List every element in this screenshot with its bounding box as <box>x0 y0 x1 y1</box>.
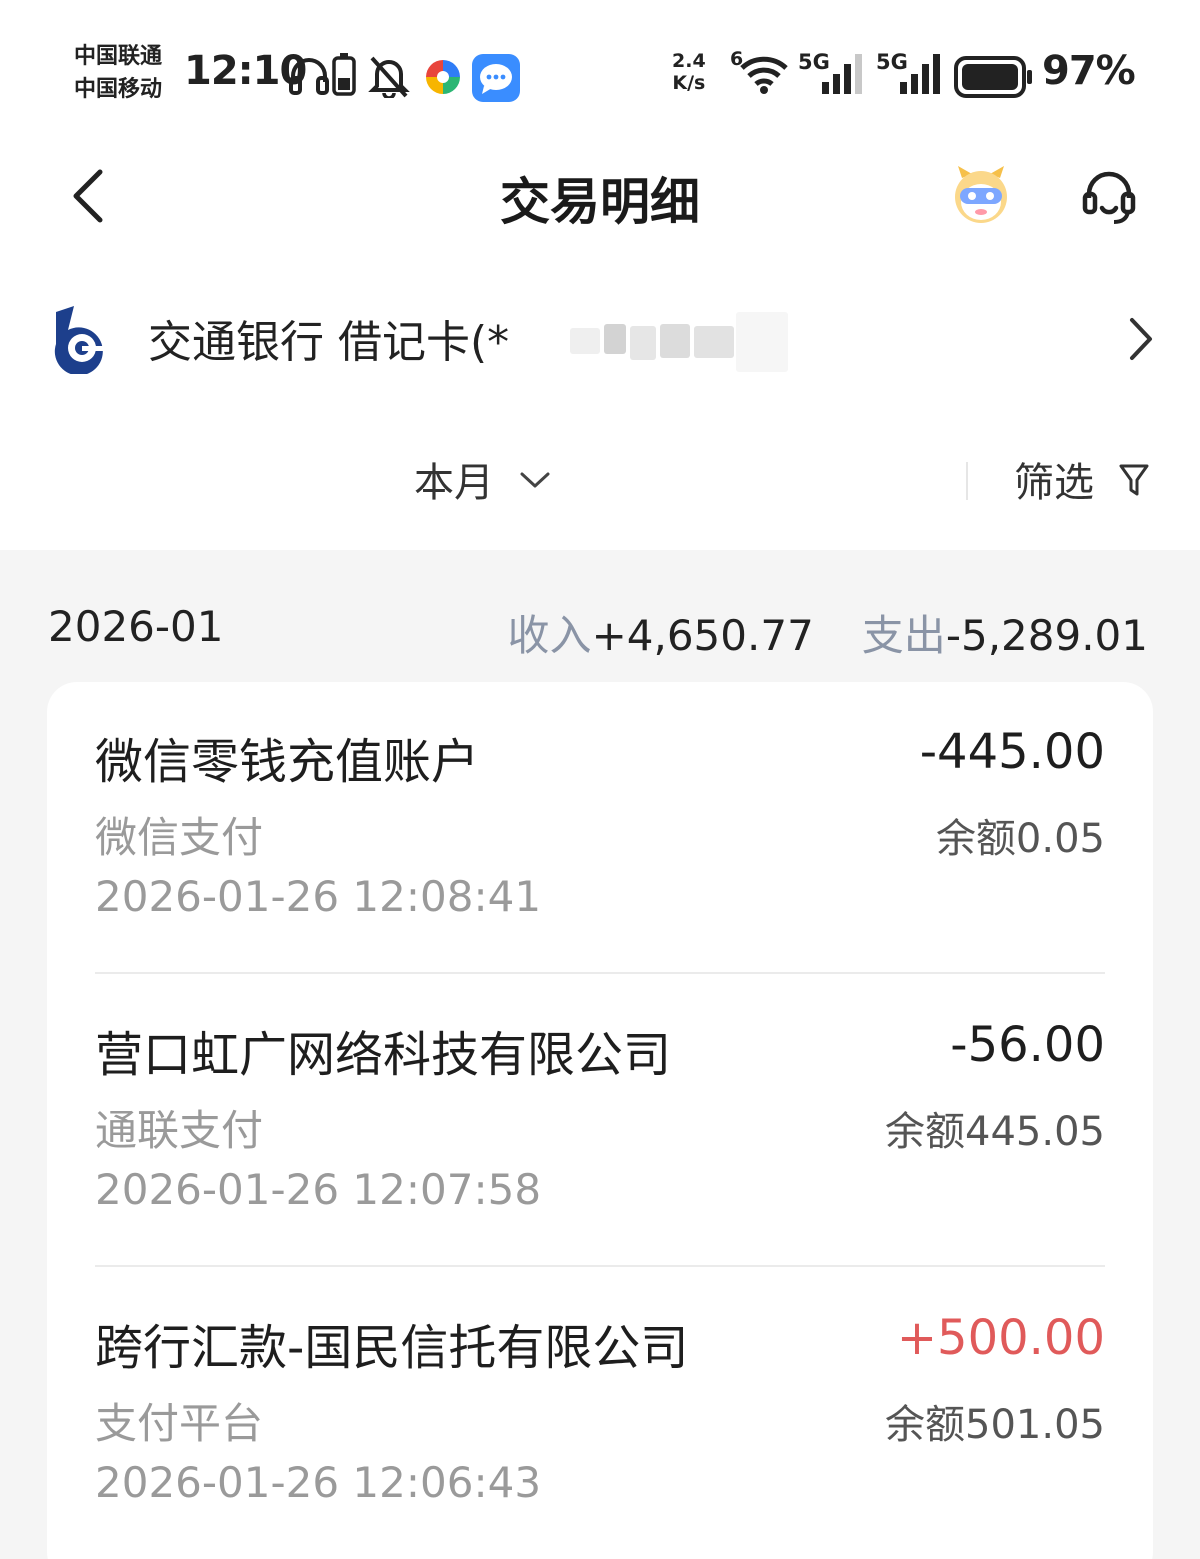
battery-small-icon <box>332 53 356 96</box>
carrier-names: 中国联通 中国移动 <box>74 40 162 106</box>
transaction-balance: 余额501.05 <box>885 1402 1105 1448</box>
transaction-balance: 余额445.05 <box>885 1109 1105 1155</box>
net-speed: 2.4 K/s <box>672 50 706 94</box>
headset-icon[interactable] <box>1080 168 1138 226</box>
wifi-icon <box>740 56 788 94</box>
row-divider <box>95 1265 1105 1267</box>
bocom-logo-icon <box>54 306 106 374</box>
transaction-time: 2026-01-26 12:06:43 <box>95 1458 542 1507</box>
income-value: +4,650.77 <box>591 611 814 660</box>
transaction-amount: +500.00 <box>896 1310 1105 1366</box>
signal-icon <box>822 54 862 94</box>
battery-percent: 97% <box>1042 48 1136 94</box>
expense-label: 支出 <box>861 611 946 660</box>
net-speed-unit: K/s <box>672 72 706 94</box>
period-selector[interactable]: 本月 <box>414 450 494 508</box>
transaction-time: 2026-01-26 12:08:41 <box>95 872 542 921</box>
battery-icon <box>954 56 1032 98</box>
account-selector[interactable]: 交通银行 借记卡(* <box>0 290 1200 390</box>
transaction-time: 2026-01-26 12:07:58 <box>95 1165 542 1214</box>
filter-button[interactable]: 筛选 <box>1014 450 1094 508</box>
page-title: 交易明细 <box>500 173 700 231</box>
chevron-down-icon[interactable] <box>518 468 552 492</box>
filter-divider <box>966 462 968 500</box>
signal-icon <box>900 54 940 94</box>
masked-card-number <box>560 298 800 388</box>
row-divider <box>95 972 1105 974</box>
transaction-channel: 通联支付 <box>95 1106 264 1155</box>
carrier-1: 中国联通 <box>74 44 163 69</box>
net-speed-value: 2.4 <box>672 50 706 72</box>
chevron-right-icon <box>1130 318 1152 360</box>
app-pinwheel-icon <box>426 60 460 94</box>
filter-bar: 本月 筛选 <box>0 440 1200 520</box>
app-header: 交易明细 <box>0 140 1200 250</box>
headphones-icon <box>289 58 329 95</box>
mascot-avatar-icon[interactable] <box>950 164 1012 226</box>
status-bar: 中国联通 中国移动 12:10 2.4 K/s 6 5G 5G 97% <box>0 30 1200 120</box>
transaction-list: 微信零钱充值账户 微信支付 2026-01-26 12:08:41 -445.0… <box>47 682 1153 1559</box>
transaction-row[interactable]: 营口虹广网络科技有限公司 通联支付 2026-01-26 12:07:58 -5… <box>95 975 1105 1267</box>
month-summary: 2026-01 收入+4,650.77 支出-5,289.01 <box>0 598 1200 660</box>
funnel-icon[interactable] <box>1118 462 1150 498</box>
transaction-row[interactable]: 跨行汇款-国民信托有限公司 支付平台 2026-01-26 12:06:43 +… <box>95 1268 1105 1559</box>
transaction-balance: 余额0.05 <box>935 816 1105 862</box>
message-app-icon <box>472 54 520 102</box>
transaction-name: 微信零钱充值账户 <box>95 734 480 790</box>
expense-value: -5,289.01 <box>945 611 1148 660</box>
income-label: 收入 <box>507 611 592 660</box>
account-label: 交通银行 借记卡(* <box>148 317 510 368</box>
carrier-2: 中国移动 <box>74 77 163 102</box>
transaction-amount: -445.00 <box>919 724 1105 780</box>
transaction-channel: 支付平台 <box>95 1399 264 1448</box>
transaction-amount: -56.00 <box>950 1017 1105 1073</box>
summary-totals: 收入+4,650.77 支出-5,289.01 <box>508 602 1148 663</box>
transaction-channel: 微信支付 <box>95 813 264 862</box>
transaction-name: 营口虹广网络科技有限公司 <box>95 1027 672 1083</box>
transaction-row[interactable]: 微信零钱充值账户 微信支付 2026-01-26 12:08:41 -445.0… <box>95 682 1105 974</box>
transaction-name: 跨行汇款-国民信托有限公司 <box>95 1320 689 1376</box>
summary-month: 2026-01 <box>48 602 224 651</box>
mute-bell-icon <box>368 56 410 98</box>
